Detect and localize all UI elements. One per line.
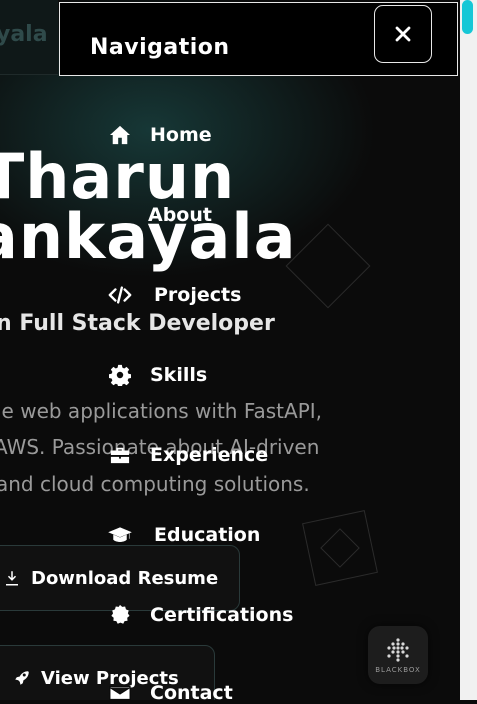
scrollbar-thumb[interactable]	[462, 0, 473, 34]
portfolio-page: yala Tharun ankayala n Full Stack Develo…	[0, 0, 460, 700]
nav-item-label: Education	[154, 524, 261, 546]
nav-item-label: Skills	[150, 364, 208, 386]
blackbox-badge[interactable]: BLACKBOX	[368, 626, 428, 684]
scrollbar[interactable]	[460, 0, 477, 700]
hero-name-first: Tharun	[0, 140, 236, 213]
nav-item-certifications[interactable]: Certifications	[108, 604, 293, 626]
nav-item-label: About	[148, 204, 212, 226]
nav-item-label: Contact	[150, 682, 233, 704]
nav-item-experience[interactable]: Experience	[108, 444, 268, 466]
close-icon	[395, 26, 411, 42]
hero-role: n Full Stack Developer	[0, 311, 275, 336]
nav-item-label: Experience	[150, 444, 269, 466]
rocket-icon	[15, 671, 29, 685]
site-header: yala	[0, 0, 58, 75]
code-icon	[108, 284, 132, 306]
navigation-title: Navigation	[90, 35, 230, 60]
site-logo-text: yala	[0, 22, 48, 47]
nav-item-contact[interactable]: Contact	[108, 682, 233, 704]
certificate-icon	[108, 604, 132, 626]
nav-item-skills[interactable]: Skills	[108, 364, 207, 386]
nav-item-label: Home	[150, 124, 212, 146]
download-resume-label: Download Resume	[31, 567, 219, 589]
hero-description-line: le web applications with FastAPI,	[0, 399, 323, 423]
blackbox-label: BLACKBOX	[375, 665, 421, 674]
graduation-cap-icon	[108, 524, 132, 546]
nav-item-home[interactable]: Home	[108, 124, 212, 146]
close-button[interactable]	[374, 5, 432, 63]
briefcase-icon	[108, 444, 132, 466]
nav-item-about[interactable]: About	[148, 204, 212, 226]
home-icon	[108, 124, 132, 146]
envelope-icon	[108, 682, 132, 704]
gear-icon	[108, 364, 132, 386]
nav-item-education[interactable]: Education	[108, 524, 260, 546]
nav-item-label: Projects	[154, 284, 242, 306]
download-resume-button[interactable]: Download Resume	[0, 545, 240, 611]
download-icon	[6, 571, 18, 586]
hero-description-line: and cloud computing solutions.	[0, 472, 310, 496]
nav-item-label: Certifications	[150, 604, 294, 626]
nav-item-projects[interactable]: Projects	[108, 284, 241, 306]
blackbox-logo-icon	[387, 637, 409, 662]
navigation-header: Navigation	[59, 2, 458, 76]
decorative-diamond	[285, 223, 371, 309]
